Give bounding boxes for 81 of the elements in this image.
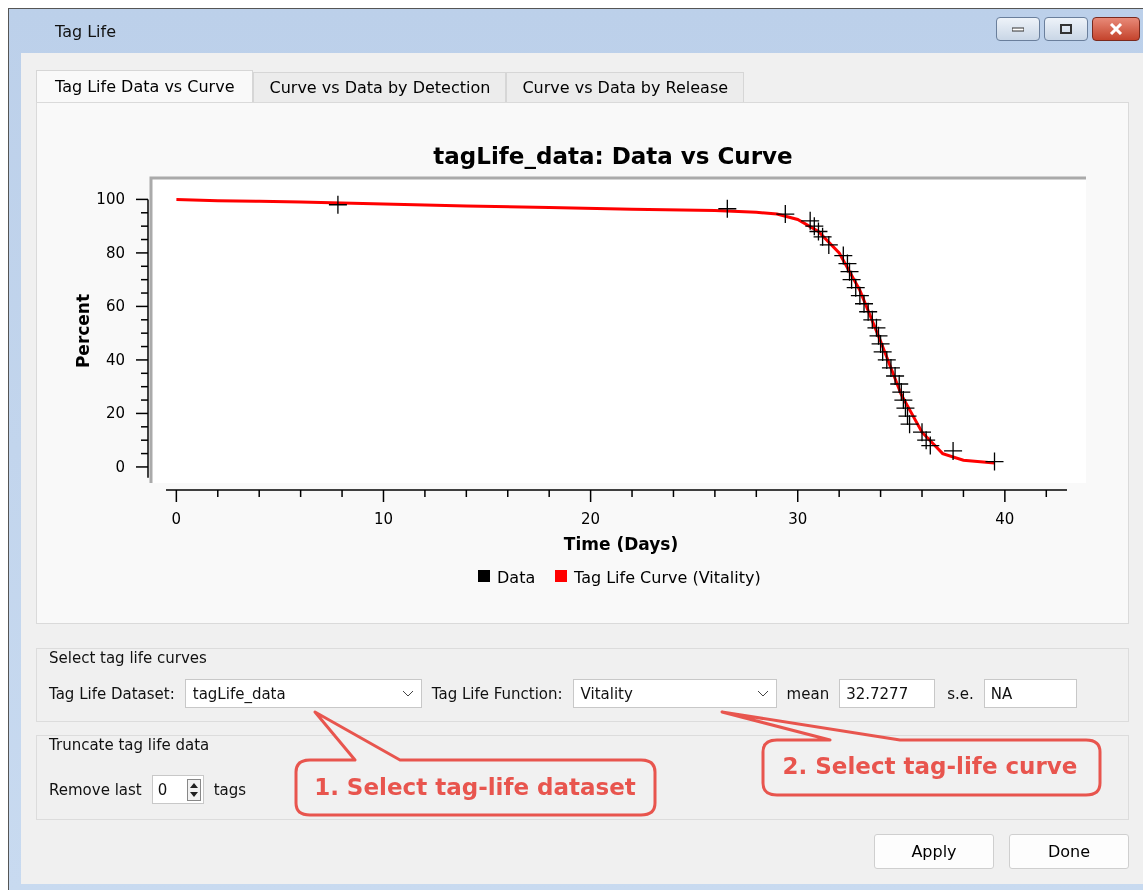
se-field[interactable]: NA xyxy=(983,679,1077,708)
spin-arrows-icon xyxy=(186,778,201,801)
data-point xyxy=(870,334,891,354)
data-point xyxy=(854,294,874,314)
data-point xyxy=(868,326,889,346)
group-title: Truncate tag life data xyxy=(49,736,210,754)
tab[interactable]: Tag Life Data vs Curve xyxy=(36,70,254,102)
x-axis-title: Time (Days) xyxy=(563,534,679,554)
close-icon xyxy=(1109,23,1123,35)
data-point xyxy=(893,390,913,410)
data-point xyxy=(889,374,909,394)
x-tick-label: 40 xyxy=(995,510,1015,528)
callout-text: 2. Select tag-life curve xyxy=(782,753,1078,779)
x-tick-label: 0 xyxy=(171,510,182,528)
close-button[interactable] xyxy=(1092,17,1140,41)
x-tick-label: 20 xyxy=(581,510,601,528)
y-tick-label: 80 xyxy=(105,243,125,262)
data-point xyxy=(808,221,829,242)
data-point xyxy=(717,199,737,219)
data-point xyxy=(850,286,870,306)
x-tick-label: 30 xyxy=(788,510,808,528)
chevron-icon xyxy=(401,689,414,698)
data-point xyxy=(899,414,920,434)
done-button[interactable]: Done xyxy=(1009,834,1129,869)
data-point xyxy=(885,366,905,386)
data-point xyxy=(800,211,820,231)
legend-label: Tag Life Curve (Vitality) xyxy=(574,568,761,587)
data-point xyxy=(897,406,918,426)
chart-title: tagLife_data: Data vs Curve xyxy=(433,143,793,169)
maximize-button[interactable] xyxy=(1044,17,1088,41)
tab[interactable]: Curve vs Data by Release xyxy=(506,72,745,102)
count-spinbox[interactable]: 0 xyxy=(151,775,204,804)
data-point xyxy=(920,435,940,456)
minimize-icon xyxy=(1012,26,1024,32)
dataset-dropdown[interactable]: tagLife_data xyxy=(184,679,422,708)
data-point xyxy=(862,310,882,330)
field-label: tags xyxy=(213,780,247,799)
data-point xyxy=(916,430,936,450)
data-point xyxy=(328,195,348,215)
callout-text: 1. Select tag-life dataset xyxy=(314,774,636,800)
data-point xyxy=(873,342,893,362)
data-point xyxy=(881,358,901,378)
legend-label: Data xyxy=(497,568,536,587)
field-label: mean xyxy=(786,684,830,703)
field-label: Tag Life Function: xyxy=(431,684,563,703)
y-tick-label: 20 xyxy=(105,404,125,423)
data-point xyxy=(943,441,963,461)
apply-button[interactable]: Apply xyxy=(874,834,994,869)
data-point xyxy=(895,398,916,418)
data-point xyxy=(912,422,932,442)
window-title: Tag Life xyxy=(55,21,116,41)
data-point xyxy=(866,318,887,338)
data-point xyxy=(837,253,858,274)
data-point xyxy=(846,278,866,298)
data-point xyxy=(804,216,824,236)
data-point xyxy=(812,227,833,247)
data-point xyxy=(819,235,839,255)
data-point xyxy=(877,350,897,370)
function-dropdown[interactable]: Vitality xyxy=(572,679,777,708)
x-tick-label: 10 xyxy=(373,510,394,528)
field-label: s.e. xyxy=(947,684,974,703)
data-point xyxy=(891,382,911,402)
y-tick-label: 100 xyxy=(96,190,125,209)
mean-field[interactable]: 32.7277 xyxy=(839,679,936,708)
minimize-button[interactable] xyxy=(996,17,1040,41)
y-tick-label: 40 xyxy=(105,350,125,369)
data-point xyxy=(858,302,878,322)
chevron-icon xyxy=(756,689,769,698)
y-axis-title: Percent xyxy=(73,293,93,369)
y-tick-label: 60 xyxy=(105,297,125,316)
data-point xyxy=(841,270,862,290)
y-tick-label: 0 xyxy=(115,457,125,476)
maximize-icon xyxy=(1060,24,1072,34)
field-label: Remove last xyxy=(49,780,142,799)
group-title: Select tag life curves xyxy=(49,649,207,667)
field-label: Tag Life Dataset: xyxy=(49,684,175,703)
data-point xyxy=(775,204,795,224)
data-point xyxy=(833,245,853,266)
data-point xyxy=(839,262,860,282)
tab[interactable]: Curve vs Data by Detection xyxy=(253,72,507,102)
data-point xyxy=(984,451,1005,472)
